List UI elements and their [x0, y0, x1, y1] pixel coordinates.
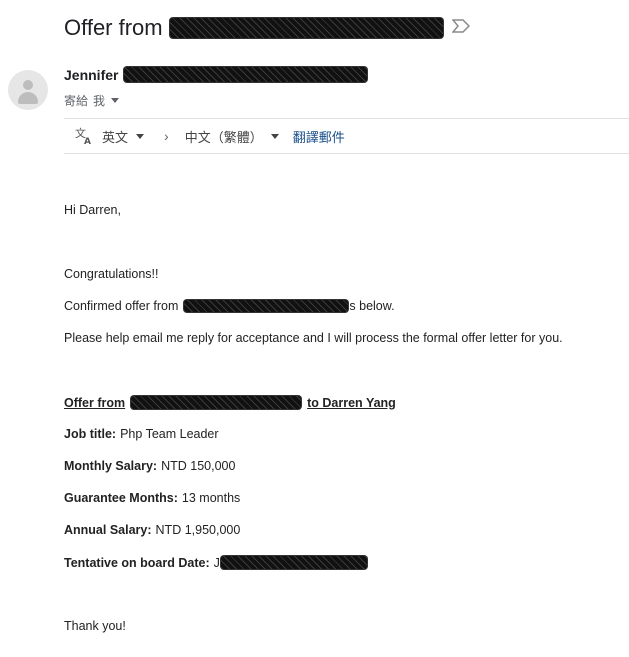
- source-language-label: 英文: [102, 129, 129, 145]
- avatar-head-shape: [23, 80, 33, 90]
- onboard-date-row: Tentative on board Date: J: [64, 555, 368, 570]
- redacted-company-heading: [130, 395, 303, 410]
- label-arrow-icon[interactable]: [451, 18, 470, 38]
- annual-salary-label: Annual Salary:: [64, 523, 152, 537]
- offer-heading-suffix: to Darren Yang: [307, 395, 396, 410]
- job-title-value: Php Team Leader: [120, 427, 219, 441]
- job-title-label: Job title:: [64, 427, 117, 441]
- onboard-date-prefix: J: [213, 555, 220, 570]
- confirmed-suffix: s below.: [349, 299, 395, 313]
- recipient-line[interactable]: 寄給 我: [64, 92, 120, 109]
- redacted-company-name: [168, 17, 444, 39]
- closing-line: Thank you!: [64, 619, 126, 633]
- translate-message-link[interactable]: 翻譯郵件: [293, 127, 345, 146]
- request-line: Please help email me reply for acceptanc…: [64, 331, 563, 345]
- source-language-select[interactable]: 英文: [102, 127, 145, 146]
- job-title-row: Job title: Php Team Leader: [64, 427, 219, 441]
- monthly-salary-label: Monthly Salary:: [64, 459, 158, 473]
- annual-salary-value: NTD 1,950,000: [155, 523, 241, 537]
- chevron-right-icon: ›: [164, 128, 169, 144]
- recipient-name: 我: [93, 94, 106, 108]
- guarantee-months-value: 13 months: [181, 491, 241, 505]
- greeting: Hi Darren,: [64, 203, 121, 217]
- annual-salary-row: Annual Salary: NTD 1,950,000: [64, 523, 240, 537]
- recipient-details-chevron-icon[interactable]: [111, 98, 120, 103]
- congratulations-line: Congratulations!!: [64, 267, 159, 281]
- sender-line: Jennifer: [64, 66, 369, 83]
- target-language-select[interactable]: 中文（繁體）: [185, 127, 279, 146]
- target-language-label: 中文（繁體）: [184, 129, 263, 145]
- svg-text:A: A: [84, 137, 91, 146]
- avatar-body-shape: [18, 92, 38, 104]
- translate-icon: 文 A: [74, 126, 94, 147]
- redacted-sender-email: [123, 66, 369, 83]
- sender-avatar: [8, 70, 48, 110]
- target-language-chevron-icon: [270, 133, 279, 139]
- guarantee-months-row: Guarantee Months: 13 months: [64, 491, 240, 505]
- source-language-chevron-icon: [136, 133, 145, 139]
- subject-text: Offer from: [64, 15, 163, 40]
- confirmed-prefix: Confirmed offer from: [64, 299, 179, 313]
- translate-bar: 文 A 英文 › 中文（繁體） 翻譯郵件: [64, 118, 629, 154]
- offer-heading: Offer from to Darren Yang: [64, 395, 396, 410]
- email-subject: Offer from: [64, 13, 470, 43]
- onboard-date-label: Tentative on board Date:: [64, 555, 210, 570]
- monthly-salary-value: NTD 150,000: [161, 459, 236, 473]
- monthly-salary-row: Monthly Salary: NTD 150,000: [64, 459, 235, 473]
- confirmed-offer-line: Confirmed offer from s below.: [64, 299, 395, 313]
- guarantee-months-label: Guarantee Months:: [64, 491, 178, 505]
- redacted-onboard-date: [219, 555, 368, 570]
- sender-name: Jennifer: [64, 66, 119, 83]
- redacted-company-inline: [183, 299, 350, 313]
- recipient-prefix: 寄給: [64, 94, 89, 108]
- offer-heading-prefix: Offer from: [64, 395, 126, 410]
